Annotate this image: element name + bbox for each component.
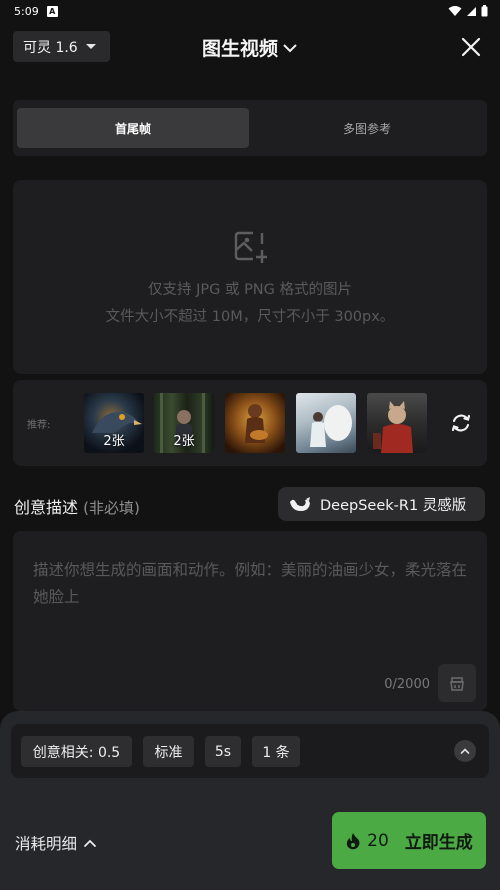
clear-text-button[interactable] [438, 664, 476, 702]
refresh-icon[interactable] [449, 411, 473, 435]
chip-label: 标准 [154, 744, 183, 761]
thumbnail-count-badge: 2张 [173, 434, 195, 449]
wifi-icon [448, 6, 462, 16]
status-bar: 5:09 A [0, 0, 500, 22]
chip-label: 5s [214, 743, 232, 760]
generate-button[interactable]: 20 立即生成 [332, 812, 486, 869]
close-icon[interactable] [460, 36, 482, 58]
chevron-up-icon [84, 839, 96, 847]
expand-params-button[interactable] [454, 740, 476, 762]
add-image-icon [234, 231, 267, 263]
thumbnail-guitar-girl[interactable] [225, 393, 285, 453]
duration-chip[interactable]: 5s [205, 736, 241, 767]
quality-chip[interactable]: 标准 [143, 736, 194, 767]
deepseek-button-label: DeepSeek-R1 灵感版 [320, 497, 467, 514]
page-title: 图生视频 [201, 38, 278, 60]
flame-icon [347, 832, 360, 849]
description-optional: (非必填) [83, 499, 140, 517]
upload-hint-size: 文件大小不超过 10M，尺寸不小于 300px。 [105, 309, 395, 325]
chevron-down-icon [283, 43, 297, 52]
generation-params: 创意相关: 0.5 标准 5s 1 条 [11, 724, 489, 778]
tab-first-last-frame[interactable]: 首尾帧 [17, 108, 249, 148]
woman-tiger-image [310, 405, 352, 447]
character-counter: 0/2000 [384, 677, 430, 692]
description-placeholder: 描述你想生成的画面和动作。例如：美丽的油画少女，柔光落在她脸上 [33, 561, 468, 606]
page-title-dropdown[interactable]: 图生视频 [0, 34, 500, 61]
cost-details-toggle[interactable]: 消耗明细 [15, 832, 97, 854]
thumbnail-count-badge: 2张 [103, 434, 125, 449]
guitar-girl-image [245, 404, 268, 443]
battery-icon [481, 5, 488, 17]
tab-label: 首尾帧 [114, 121, 151, 136]
recommended-images: 推荐: 2张 2张 [13, 380, 487, 466]
cat-image [373, 401, 413, 453]
bottom-sheet: 创意相关: 0.5 标准 5s 1 条 消耗明细 20 立即生成 [0, 711, 500, 890]
status-time: 5:09 [14, 4, 39, 18]
generate-label: 立即生成 [404, 833, 473, 853]
whale-icon [290, 497, 310, 511]
notification-a-icon: A [46, 5, 58, 17]
description-label: 创意描述 (非必填) [14, 494, 140, 518]
image-upload-area[interactable]: 仅支持 JPG 或 PNG 格式的图片 文件大小不超过 10M，尺寸不小于 30… [13, 180, 487, 374]
chip-label: 创意相关: 0.5 [32, 744, 121, 761]
tab-multi-image-reference[interactable]: 多图参考 [251, 108, 483, 148]
count-chip[interactable]: 1 条 [252, 736, 300, 767]
deepseek-inspiration-button[interactable]: DeepSeek-R1 灵感版 [278, 487, 485, 521]
creativity-chip[interactable]: 创意相关: 0.5 [21, 736, 132, 767]
recommend-label: 推荐: [27, 420, 51, 431]
upload-hint-format: 仅支持 JPG 或 PNG 格式的图片 [147, 282, 353, 298]
mode-tabs: 首尾帧 多图参考 [13, 100, 487, 156]
thumbnail-eagle[interactable]: 2张 [84, 393, 144, 453]
chip-label: 1 条 [262, 744, 290, 761]
description-title: 创意描述 [14, 498, 79, 517]
credit-cost: 20 [367, 830, 389, 851]
description-textarea[interactable]: 描述你想生成的画面和动作。例如：美丽的油画少女，柔光落在她脸上 0/2000 [13, 531, 487, 711]
thumbnail-woman-tiger[interactable] [296, 393, 356, 453]
signal-icon [467, 7, 476, 16]
header: 可灵 1.6 图生视频 [0, 22, 500, 72]
cost-details-label: 消耗明细 [15, 835, 78, 853]
thumbnail-bamboo-child[interactable]: 2张 [154, 393, 214, 453]
thumbnail-cat[interactable] [367, 393, 427, 453]
tab-label: 多图参考 [342, 121, 391, 136]
eraser-icon [450, 677, 464, 691]
chevron-up-icon [460, 748, 470, 754]
